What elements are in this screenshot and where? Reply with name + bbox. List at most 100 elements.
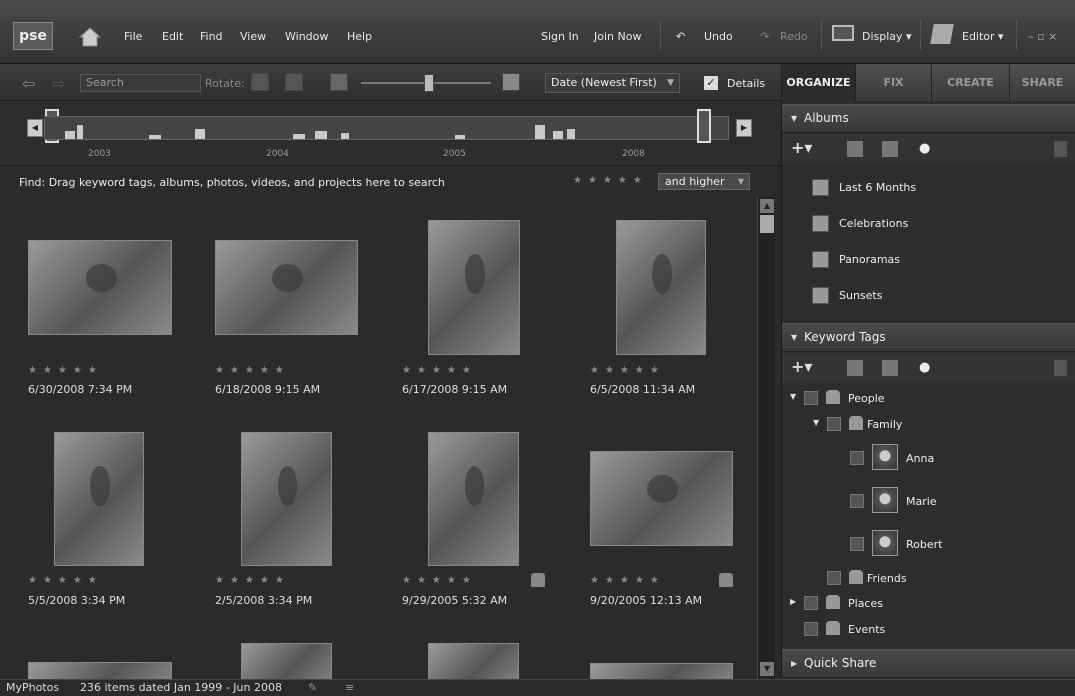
rating-filter-stars[interactable]: ★★★★★ <box>573 175 648 186</box>
scroll-up-button[interactable]: ▲ <box>760 199 774 213</box>
menu-view[interactable]: View <box>240 30 266 43</box>
checkbox[interactable] <box>804 596 818 610</box>
photo-thumbnail[interactable] <box>428 220 520 355</box>
rating-filter-select[interactable]: and higher ▼ <box>658 173 750 190</box>
sign-in-link[interactable]: Sign In <box>541 30 579 43</box>
grid-scrollbar[interactable]: ▲ ▼ <box>757 197 775 679</box>
timeline[interactable]: ◀ ▶ 2003 2004 2005 2008 <box>0 101 781 166</box>
menu-find[interactable]: Find <box>200 30 223 43</box>
tab-fix[interactable]: FIX <box>855 64 931 101</box>
photo-tile[interactable]: ★★★★★ 6/5/2008 11:34 AM <box>590 217 757 431</box>
undo-icon[interactable]: ↶ <box>676 30 685 43</box>
large-thumbnail-icon[interactable] <box>502 73 520 91</box>
lightbulb-icon[interactable]: ● <box>919 141 930 156</box>
details-checkbox[interactable]: ✓ <box>704 76 718 90</box>
photo-thumbnail[interactable] <box>241 432 332 566</box>
trash-icon[interactable] <box>1054 360 1067 376</box>
photo-thumbnail[interactable] <box>54 432 144 566</box>
checkbox[interactable] <box>850 451 864 465</box>
scroll-down-button[interactable]: ▼ <box>760 662 774 676</box>
tab-create[interactable]: CREATE <box>931 64 1009 101</box>
photo-thumbnail[interactable] <box>28 662 172 679</box>
menu-edit[interactable]: Edit <box>162 30 183 43</box>
checkbox[interactable] <box>804 391 818 405</box>
trash-icon[interactable] <box>1054 141 1067 157</box>
quick-share-header[interactable]: ▶ Quick Share <box>782 649 1075 678</box>
edit-icon[interactable] <box>847 141 863 157</box>
tab-share[interactable]: SHARE <box>1009 64 1075 101</box>
rotate-left-icon[interactable] <box>251 73 269 91</box>
expand-arrow-icon[interactable]: ▼ <box>813 418 819 427</box>
window-controls[interactable]: – ▫ × <box>1028 30 1057 43</box>
forward-arrow-icon[interactable]: ⇨ <box>52 74 65 93</box>
thumbnail-grid-icon[interactable] <box>330 73 348 91</box>
keyword-tags-header[interactable]: ▼ Keyword Tags <box>782 323 1075 352</box>
redo-button[interactable]: Redo <box>780 30 808 43</box>
keyword-tag-icon[interactable] <box>719 573 733 587</box>
photo-thumbnail[interactable] <box>428 643 519 679</box>
timeline-end-handle[interactable] <box>697 109 711 143</box>
photo-tile[interactable]: ★★★★★ 9/20/2005 12:13 AM <box>590 431 757 645</box>
undo-button[interactable]: Undo <box>704 30 733 43</box>
rating-stars[interactable]: ★★★★★ <box>28 575 103 586</box>
photo-thumbnail[interactable] <box>616 220 706 355</box>
editor-icon[interactable] <box>930 24 954 44</box>
catalog-name[interactable]: MyPhotos <box>6 680 59 696</box>
menu-window[interactable]: Window <box>285 30 328 43</box>
albums-header[interactable]: ▼ Albums <box>782 104 1075 133</box>
timeline-left-button[interactable]: ◀ <box>27 119 43 137</box>
rating-stars[interactable]: ★★★★★ <box>215 365 290 376</box>
timeline-right-button[interactable]: ▶ <box>736 119 752 137</box>
photo-tile[interactable]: ★★★★★ 2/5/2008 3:34 PM <box>215 431 401 645</box>
home-icon[interactable] <box>77 24 103 50</box>
rating-stars[interactable]: ★★★★★ <box>590 575 665 586</box>
menu-file[interactable]: File <box>124 30 142 43</box>
photo-tile[interactable]: ★★★★★ 9/29/2005 5:32 AM <box>402 431 588 645</box>
expand-arrow-icon[interactable]: ▼ <box>790 392 796 401</box>
keyword-tag-icon[interactable] <box>531 573 545 587</box>
photo-tile[interactable]: ★★★★★ 5/5/2008 3:34 PM <box>28 431 214 645</box>
tab-organize[interactable]: ORGANIZE <box>781 64 855 101</box>
search-input[interactable]: Search <box>80 74 201 92</box>
display-icon[interactable] <box>832 25 854 41</box>
people-recognition-icon[interactable] <box>882 360 898 376</box>
add-icon[interactable]: +▾ <box>791 357 812 376</box>
checkbox[interactable] <box>850 494 864 508</box>
photo-thumbnail[interactable] <box>241 643 332 679</box>
rating-stars[interactable]: ★★★★★ <box>402 575 477 586</box>
photo-thumbnail[interactable] <box>428 432 519 566</box>
checkbox[interactable] <box>804 622 818 636</box>
rating-stars[interactable]: ★★★★★ <box>590 365 665 376</box>
join-now-link[interactable]: Join Now <box>594 30 641 43</box>
rating-stars[interactable]: ★★★★★ <box>215 575 290 586</box>
redo-icon[interactable]: ↷ <box>760 30 769 43</box>
timeline-track[interactable] <box>44 116 729 140</box>
photo-tile[interactable]: ★★★★★ 6/17/2008 9:15 AM <box>402 217 588 431</box>
photo-tile[interactable]: ★★★★★ 6/18/2008 9:15 AM <box>215 217 401 431</box>
add-icon[interactable]: +▾ <box>791 138 812 157</box>
photo-tile[interactable]: ★★★★★ 6/30/2008 7:34 PM <box>28 217 214 431</box>
rating-stars[interactable]: ★★★★★ <box>28 365 103 376</box>
checkbox[interactable] <box>827 571 841 585</box>
rotate-right-icon[interactable] <box>285 73 303 91</box>
edit-icon[interactable] <box>847 360 863 376</box>
tag-filter-icon[interactable]: ✎ <box>308 680 317 696</box>
photo-thumbnail[interactable] <box>215 240 358 335</box>
checkbox[interactable] <box>827 417 841 431</box>
lightbulb-icon[interactable]: ● <box>919 360 930 375</box>
back-arrow-icon[interactable]: ⇦ <box>22 74 35 93</box>
sort-icon[interactable]: ≡ <box>345 680 354 696</box>
expand-arrow-icon[interactable]: ▶ <box>790 597 796 606</box>
thumbnail-size-slider-thumb[interactable] <box>424 74 434 92</box>
sort-order-select[interactable]: Date (Newest First) ▼ <box>545 73 680 93</box>
find-bar[interactable]: Find: Drag keyword tags, albums, photos,… <box>0 167 781 197</box>
scroll-thumb[interactable] <box>760 215 774 233</box>
checkbox[interactable] <box>850 537 864 551</box>
photo-thumbnail[interactable] <box>590 663 733 679</box>
rating-stars[interactable]: ★★★★★ <box>402 365 477 376</box>
photo-thumbnail[interactable] <box>28 240 172 335</box>
photo-thumbnail[interactable] <box>590 451 733 546</box>
editor-button[interactable]: Editor ▾ <box>962 30 1004 43</box>
display-button[interactable]: Display ▾ <box>862 30 912 43</box>
menu-help[interactable]: Help <box>347 30 372 43</box>
